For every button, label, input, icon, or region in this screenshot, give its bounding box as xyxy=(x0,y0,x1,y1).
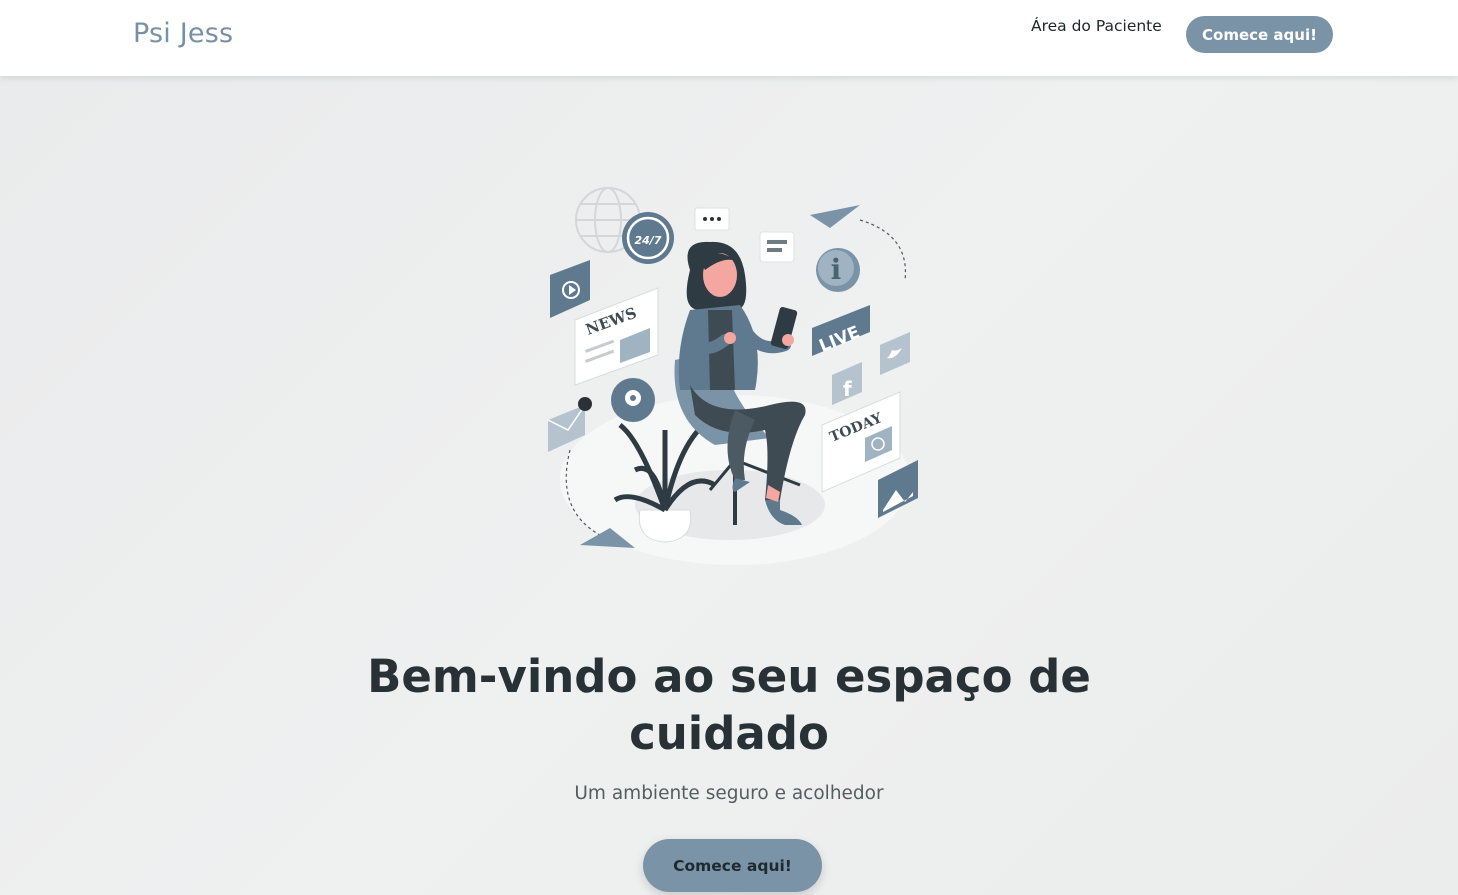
message-icon xyxy=(759,231,795,263)
facebook-icon: f xyxy=(832,362,862,405)
hero-illustration: 24/7 i NEWS LIVE f TODAY xyxy=(547,187,918,565)
top-navbar: Psi Jess Área do Paciente Comece aqui! xyxy=(0,0,1458,76)
twitter-icon xyxy=(880,332,910,375)
chat-bubble-icon xyxy=(694,207,730,231)
svg-text:f: f xyxy=(843,377,852,401)
video-tile-icon xyxy=(550,260,590,318)
hero-subtitle: Um ambiente seguro e acolhedor xyxy=(574,783,884,804)
svg-text:24/7: 24/7 xyxy=(635,234,662,247)
location-pin-icon xyxy=(611,378,655,422)
clock-24-7-icon: 24/7 xyxy=(622,212,674,264)
svg-text:i: i xyxy=(831,253,842,286)
info-icon: i xyxy=(816,248,860,292)
nav-start-button[interactable]: Comece aqui! xyxy=(1186,16,1333,53)
brand-logo[interactable]: Psi Jess xyxy=(133,18,233,49)
hero-title: Bem-vindo ao seu espaço de cuidado xyxy=(367,650,1091,760)
patient-area-link[interactable]: Área do Paciente xyxy=(1031,17,1162,35)
hero-start-button[interactable]: Comece aqui! xyxy=(643,839,822,892)
live-badge-icon: LIVE xyxy=(812,305,870,357)
news-paper-icon: NEWS xyxy=(574,287,659,386)
